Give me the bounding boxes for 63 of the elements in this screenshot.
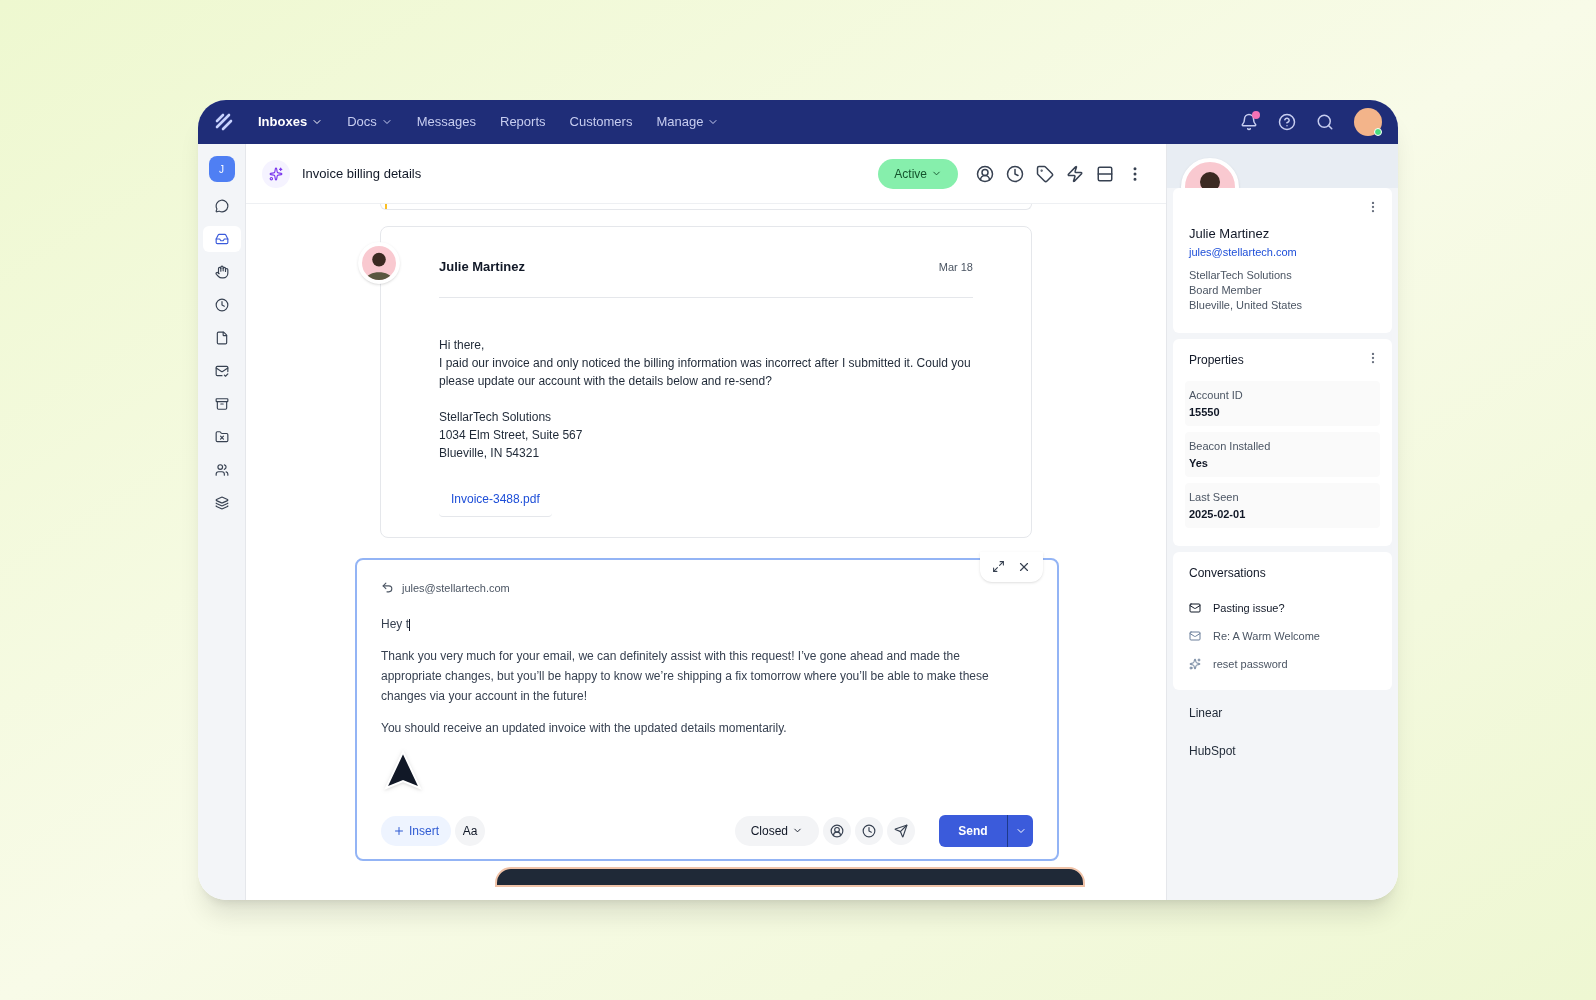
recipient-email: jules@stellartech.com <box>402 580 510 596</box>
message-body: I paid our invoice and only noticed the billing information was incorrect after I submitted it. Could you please update our account with the details below and re-send? <box>439 354 972 390</box>
contact-email-link[interactable]: jules@stellartech.com <box>1189 243 1376 260</box>
property-value: Yes <box>1189 455 1209 471</box>
section-title: Conversations <box>1189 565 1267 582</box>
user-avatar[interactable] <box>1354 108 1382 136</box>
sparkle-icon <box>262 159 290 188</box>
nav-menu-item[interactable]: Docs <box>347 112 393 132</box>
status-dropdown[interactable]: Active <box>878 158 958 189</box>
property-value: 15550 <box>1189 404 1221 420</box>
message-date: Mar 18 <box>938 259 973 275</box>
contact-detail: Board Member <box>1189 283 1263 298</box>
clock-icon[interactable] <box>855 816 883 845</box>
send-options-button[interactable] <box>1007 814 1033 847</box>
envelope-icon <box>1189 630 1201 642</box>
logo-icon[interactable] <box>214 112 234 132</box>
send-later-icon[interactable] <box>887 816 915 845</box>
assign-icon[interactable] <box>976 164 994 183</box>
conversation-title: Invoice billing details <box>302 164 422 183</box>
inbox-icon[interactable] <box>202 226 241 252</box>
attachment-link[interactable]: Invoice-3488.pdf <box>439 481 552 517</box>
envelope-icon <box>1189 602 1201 614</box>
format-button[interactable]: Aa <box>455 815 485 846</box>
conversation-link[interactable]: Re: A Warm Welcome <box>1213 627 1320 645</box>
contact-name: Julie Martinez <box>1189 225 1271 243</box>
nav-menu-item[interactable]: Manage <box>656 112 720 132</box>
clock-icon[interactable] <box>1006 164 1024 183</box>
nav-menu-item[interactable]: Messages <box>416 112 476 132</box>
address-line: StellarTech Solutions <box>439 408 553 426</box>
nav-menu-item[interactable]: Customers <box>569 112 633 132</box>
plus-icon <box>393 824 405 837</box>
conversation-link[interactable]: reset password <box>1213 655 1288 673</box>
lightning-icon[interactable] <box>1066 164 1084 183</box>
address-line: Blueville, IN 54321 <box>439 444 541 462</box>
nav-menu-item[interactable]: Inboxes <box>258 112 324 132</box>
search-icon[interactable] <box>1316 113 1334 131</box>
layout-icon[interactable] <box>1096 164 1114 183</box>
status-dropdown[interactable]: Closed <box>734 815 819 846</box>
help-icon[interactable] <box>1278 113 1296 131</box>
integration-section[interactable]: HubSpot <box>1173 742 1392 760</box>
workspace-badge[interactable]: J <box>208 156 235 182</box>
insert-button[interactable]: Insert <box>381 815 451 846</box>
section-title: Properties <box>1188 352 1245 369</box>
send-button[interactable]: Send <box>939 814 1007 847</box>
property-label: Last Seen <box>1189 490 1240 505</box>
property-label: Account ID <box>1189 388 1244 403</box>
message-greeting: Hi there, <box>439 336 486 354</box>
author-name: Julie Martinez <box>439 258 525 276</box>
reply-text-editor[interactable]: Hey t Thank you very much for your email, we can definitely assist with this request! I’ve gone ahead and made the appropriate changes, but you’ll be happy to know we’re shipping a fix tomorrow where you’ll be able to make these changes via your account in the future! You should receive an updated invoice with the updated details momentarily. <box>381 614 1033 750</box>
address-line: 1034 Elm Street, Suite 567 <box>439 426 584 444</box>
nav-menu-item[interactable]: Reports <box>500 112 546 132</box>
reply-icon <box>381 581 394 595</box>
notifications-icon[interactable] <box>1240 113 1258 131</box>
integration-section[interactable]: Linear <box>1173 704 1392 722</box>
property-label: Beacon Installed <box>1189 439 1272 454</box>
sparkle-icon <box>1189 658 1201 670</box>
property-value: 2025-02-01 <box>1189 506 1247 522</box>
expand-icon[interactable] <box>992 560 1005 573</box>
contact-detail: StellarTech Solutions <box>1189 268 1293 283</box>
tag-icon[interactable] <box>1036 164 1054 183</box>
conversation-link[interactable]: Pasting issue? <box>1213 599 1285 617</box>
assign-icon[interactable] <box>823 816 851 845</box>
contact-detail: Blueville, United States <box>1189 298 1304 313</box>
